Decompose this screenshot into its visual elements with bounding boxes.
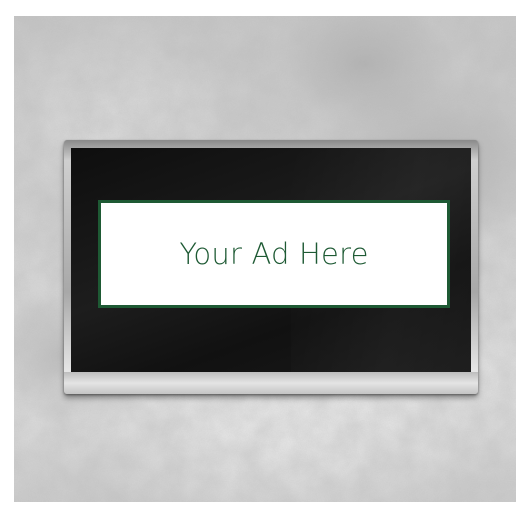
display-bottom-bezel [64, 372, 478, 394]
wall-mounted-display: Your Ad Here [64, 140, 478, 394]
concrete-wall-background: Your Ad Here [14, 16, 516, 502]
display-screen: Your Ad Here [71, 148, 471, 372]
ad-placeholder-box: Your Ad Here [98, 200, 450, 308]
image-frame: Your Ad Here [0, 0, 530, 518]
ad-placeholder-text: Your Ad Here [179, 237, 369, 271]
